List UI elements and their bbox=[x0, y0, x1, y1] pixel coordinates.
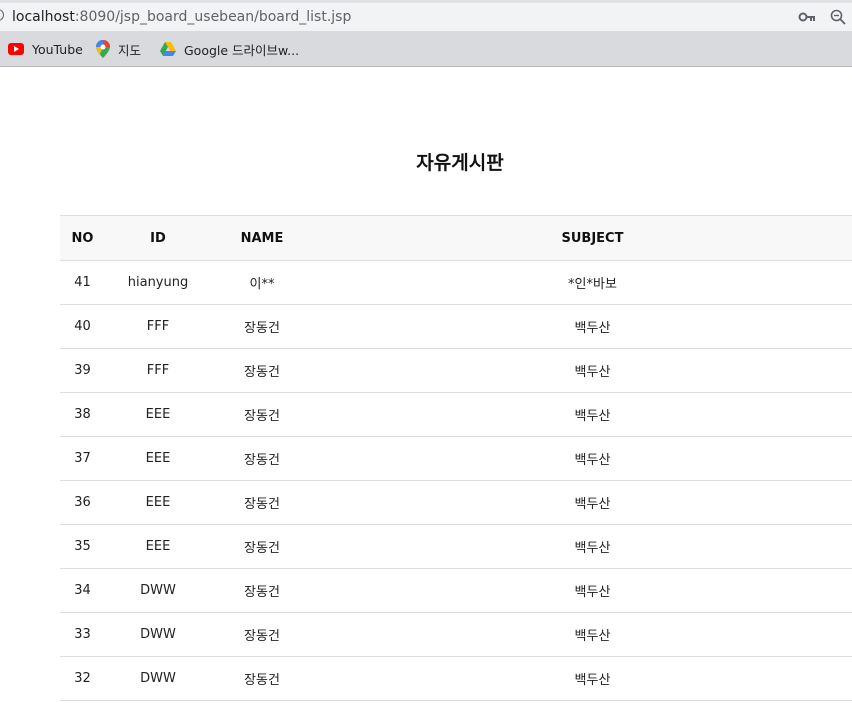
table-row[interactable]: 41 hianyung 이** *인*바보 bbox=[60, 260, 852, 305]
key-icon[interactable] bbox=[798, 10, 816, 24]
maps-pin-icon bbox=[96, 40, 110, 58]
bookmark-maps[interactable]: 지도 bbox=[96, 40, 141, 58]
cell-subject-link[interactable]: *인*바보 bbox=[313, 260, 852, 305]
table-row[interactable]: 35 EEE 장동건 백두산 bbox=[60, 524, 852, 569]
table-row[interactable]: 39 FFF 장동건 백두산 bbox=[60, 348, 852, 393]
cell-name: 장동건 bbox=[211, 348, 313, 393]
cell-name: 장동건 bbox=[211, 612, 313, 657]
bookmarks-bar: YouTube 지도 Google 드라이브w... bbox=[0, 31, 852, 67]
drive-icon bbox=[160, 42, 176, 56]
cell-id: DWW bbox=[105, 612, 211, 657]
table-row[interactable]: 32 DWW 장동건 백두산 bbox=[60, 656, 852, 701]
cell-no: 36 bbox=[60, 480, 105, 525]
cell-id: EEE bbox=[105, 436, 211, 481]
table-row[interactable]: 37 EEE 장동건 백두산 bbox=[60, 436, 852, 481]
bookmark-label: 지도 bbox=[118, 42, 142, 58]
cell-id: DWW bbox=[105, 656, 211, 701]
table-row[interactable]: 33 DWW 장동건 백두산 bbox=[60, 612, 852, 657]
page-title: 자유게시판 bbox=[416, 152, 504, 174]
cell-subject-link[interactable]: 백두산 bbox=[313, 436, 852, 481]
table-row[interactable]: 36 EEE 장동건 백두산 bbox=[60, 480, 852, 525]
bookmark-label: YouTube bbox=[32, 41, 83, 57]
cell-no: 38 bbox=[60, 392, 105, 437]
cell-subject-link[interactable]: 백두산 bbox=[313, 480, 852, 525]
cell-no: 40 bbox=[60, 304, 105, 349]
cell-name: 장동건 bbox=[211, 436, 313, 481]
header-id: ID bbox=[105, 215, 211, 261]
table-row[interactable]: 38 EEE 장동건 백두산 bbox=[60, 392, 852, 437]
cell-id: DWW bbox=[105, 568, 211, 613]
cell-id: EEE bbox=[105, 524, 211, 569]
cell-subject-link[interactable]: 백두산 bbox=[313, 348, 852, 393]
cell-name: 장동건 bbox=[211, 304, 313, 349]
table-row[interactable]: 40 FFF 장동건 백두산 bbox=[60, 304, 852, 349]
url-text[interactable]: localhost:8090/jsp_board_usebean/board_l… bbox=[12, 9, 351, 25]
youtube-icon bbox=[8, 43, 24, 55]
cell-no: 32 bbox=[60, 656, 105, 701]
cell-id: EEE bbox=[105, 392, 211, 437]
cell-no: 34 bbox=[60, 568, 105, 613]
cell-subject-link[interactable]: 백두산 bbox=[313, 656, 852, 701]
cell-subject-link[interactable]: 백두산 bbox=[313, 392, 852, 437]
cell-subject-link[interactable]: 백두산 bbox=[313, 524, 852, 569]
cell-subject-link[interactable]: 백두산 bbox=[313, 568, 852, 613]
url-path: :8090/jsp_board_usebean/board_list.jsp bbox=[74, 9, 352, 25]
bookmark-label: Google 드라이브w... bbox=[184, 42, 300, 58]
address-bar[interactable]: localhost:8090/jsp_board_usebean/board_l… bbox=[0, 0, 852, 31]
cell-id: FFF bbox=[105, 348, 211, 393]
site-info-icon[interactable] bbox=[0, 9, 4, 21]
board-table: NO ID NAME SUBJECT 41 hianyung 이** *인*바보… bbox=[60, 215, 852, 701]
cell-name: 장동건 bbox=[211, 524, 313, 569]
header-name: NAME bbox=[211, 215, 313, 261]
cell-no: 33 bbox=[60, 612, 105, 657]
cell-name: 장동건 bbox=[211, 392, 313, 437]
cell-id: FFF bbox=[105, 304, 211, 349]
header-subject: SUBJECT bbox=[313, 215, 852, 261]
cell-name: 장동건 bbox=[211, 656, 313, 701]
cell-id: hianyung bbox=[105, 260, 211, 305]
cell-id: EEE bbox=[105, 480, 211, 525]
cell-name: 이** bbox=[211, 260, 313, 305]
cell-name: 장동건 bbox=[211, 568, 313, 613]
bookmark-drive[interactable]: Google 드라이브w... bbox=[160, 40, 299, 58]
zoom-icon[interactable] bbox=[830, 9, 846, 25]
cell-no: 37 bbox=[60, 436, 105, 481]
table-header-row: NO ID NAME SUBJECT bbox=[60, 215, 852, 261]
bookmark-youtube[interactable]: YouTube bbox=[8, 40, 83, 58]
cell-no: 35 bbox=[60, 524, 105, 569]
cell-name: 장동건 bbox=[211, 480, 313, 525]
url-host: localhost bbox=[12, 9, 75, 25]
cell-no: 41 bbox=[60, 260, 105, 305]
cell-no: 39 bbox=[60, 348, 105, 393]
table-row[interactable]: 34 DWW 장동건 백두산 bbox=[60, 568, 852, 613]
cell-subject-link[interactable]: 백두산 bbox=[313, 304, 852, 349]
cell-subject-link[interactable]: 백두산 bbox=[313, 612, 852, 657]
header-no: NO bbox=[60, 215, 105, 261]
